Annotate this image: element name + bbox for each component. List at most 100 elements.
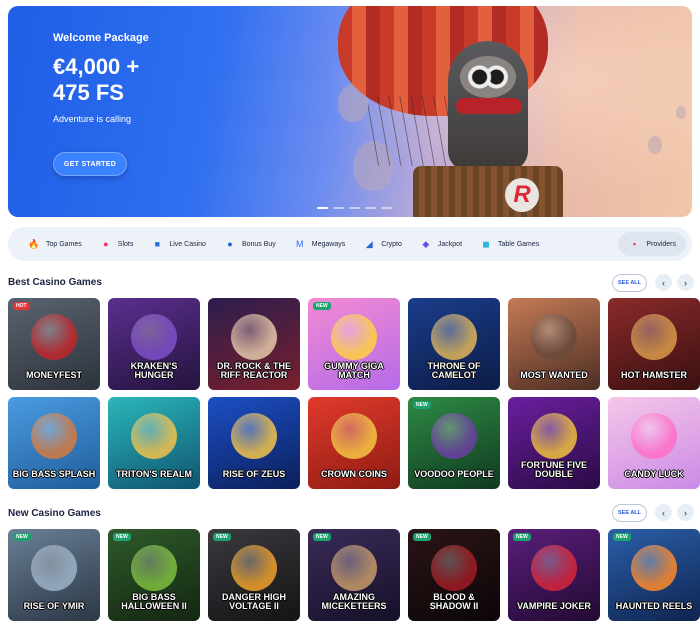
new-see-all-button[interactable]: SEE ALL [612, 504, 647, 522]
flame-icon: 🔥 [28, 238, 40, 249]
category-label: Providers [646, 240, 676, 248]
megaways-icon: M [296, 239, 304, 249]
game-tile[interactable]: NEW Blood & Shadow II [408, 529, 500, 621]
diamond-icon: ◆ [422, 238, 430, 249]
game-title: Haunted Reels [615, 601, 693, 611]
category-label: Live Casino [169, 240, 206, 248]
game-artwork [631, 544, 677, 591]
game-title: Blood & Shadow II [429, 592, 479, 611]
best-games-grid: HOT Moneyfest Kraken's Hunger Dr. Rock & Th… [8, 298, 700, 489]
brand-logo-badge: R [505, 178, 539, 212]
category-providers[interactable]: ▪ Providers [618, 232, 686, 256]
category-table-games[interactable]: ◼ Table Games [472, 232, 547, 256]
game-tile[interactable]: NEW Gummy Giga Match [308, 298, 400, 390]
best-games-title: Best Casino Games [8, 277, 102, 288]
hero-text: Welcome Package €4,000 + 475 FS Adventur… [53, 32, 149, 124]
game-tile[interactable]: Throne of Camelot [408, 298, 500, 390]
game-tile[interactable]: NEW Haunted Reels [608, 529, 700, 621]
game-title: Gummy Giga Match [324, 361, 384, 380]
best-see-all-button[interactable]: SEE ALL [612, 274, 647, 292]
game-artwork [231, 313, 277, 360]
game-title: Amazing Miceketeers [321, 592, 387, 611]
game-tile[interactable]: NEW Vampire Joker [508, 529, 600, 621]
game-title: Crown Coins [321, 469, 387, 479]
carousel-dot[interactable] [381, 207, 392, 209]
game-badge: NEW [213, 533, 231, 541]
game-badge: NEW [413, 401, 431, 409]
game-tile[interactable]: NEW Voodoo People [408, 397, 500, 489]
game-badge: NEW [113, 533, 131, 541]
category-slots[interactable]: ● Slots [92, 232, 142, 256]
game-tile[interactable]: Fortune Five Double [508, 397, 600, 489]
game-title: Voodoo People [414, 469, 494, 479]
get-started-button[interactable]: GET STARTED [53, 152, 127, 176]
game-artwork [631, 313, 677, 360]
game-tile[interactable]: Candy Luck [608, 397, 700, 489]
carousel-dot[interactable] [317, 207, 328, 209]
game-tile[interactable]: Dr. Rock & The Riff Reactor [208, 298, 300, 390]
game-tile[interactable]: NEW Rise of Ymir [8, 529, 100, 621]
game-artwork [31, 544, 77, 591]
game-tile[interactable]: Most Wanted [508, 298, 600, 390]
game-tile[interactable]: Crown Coins [308, 397, 400, 489]
game-tile[interactable]: Kraken's Hunger [108, 298, 200, 390]
game-badge: NEW [13, 533, 31, 541]
category-label: Jackpot [437, 240, 463, 248]
game-badge: NEW [513, 533, 531, 541]
game-artwork [31, 412, 77, 459]
hero-amount-line1: €4,000 + [53, 54, 140, 79]
game-artwork [431, 412, 477, 459]
game-tile[interactable]: HOT Moneyfest [8, 298, 100, 390]
category-crypto[interactable]: ◢ Crypto [355, 232, 410, 256]
game-title: Triton's Realm [116, 469, 192, 479]
balloon-basket [413, 166, 563, 217]
best-next-arrow-icon[interactable]: › [677, 274, 694, 291]
carousel-dot[interactable] [365, 207, 376, 209]
carousel-dot[interactable] [349, 207, 360, 209]
crypto-icon: ◢ [365, 238, 373, 249]
game-badge: NEW [313, 302, 331, 310]
game-tile[interactable]: NEW Amazing Miceketeers [308, 529, 400, 621]
category-megaways[interactable]: M Megaways [286, 232, 353, 256]
new-next-arrow-icon[interactable]: › [677, 504, 694, 521]
game-title: Throne of Camelot [427, 361, 481, 380]
hero-amount-line2: 475 FS [53, 80, 124, 105]
bonus-bag-icon: ● [227, 239, 233, 249]
game-artwork [31, 313, 77, 360]
table-games-icon: ◼ [482, 238, 490, 249]
new-games-grid: NEW Rise of Ymir NEW Big Bass Halloween II N… [8, 529, 700, 621]
category-live-casino[interactable]: ■ Live Casino [143, 232, 214, 256]
game-artwork [231, 544, 277, 591]
game-tile[interactable]: Rise of Zeus [208, 397, 300, 489]
game-badge: HOT [13, 302, 30, 310]
best-prev-arrow-icon[interactable]: ‹ [655, 274, 672, 291]
category-jackpot[interactable]: ◆ Jackpot [412, 232, 470, 256]
game-artwork [331, 412, 377, 459]
new-games-title: New Casino Games [8, 508, 101, 519]
game-artwork [331, 313, 377, 360]
game-title: Rise of Ymir [23, 601, 85, 611]
game-title: Most Wanted [520, 370, 588, 380]
game-tile[interactable]: Triton's Realm [108, 397, 200, 489]
game-artwork [331, 544, 377, 591]
game-badge: NEW [413, 533, 431, 541]
game-artwork [131, 412, 177, 459]
game-tile[interactable]: NEW Danger High Voltage II [208, 529, 300, 621]
carousel-dot[interactable] [333, 207, 344, 209]
raccoon-scarf [456, 98, 522, 114]
hero-banner[interactable]: R Welcome Package €4,000 + 475 FS Advent… [8, 6, 692, 217]
game-tile[interactable]: NEW Big Bass Halloween II [108, 529, 200, 621]
game-title: Kraken's Hunger [130, 361, 178, 380]
new-prev-arrow-icon[interactable]: ‹ [655, 504, 672, 521]
game-tile[interactable]: Hot Hamster [608, 298, 700, 390]
category-bonus-buy[interactable]: ● Bonus Buy [216, 232, 284, 256]
category-top-games[interactable]: 🔥 Top Games [20, 232, 90, 256]
game-artwork [531, 313, 577, 360]
category-label: Top Games [46, 240, 82, 248]
game-title: Danger High Voltage II [221, 592, 286, 611]
game-artwork [131, 544, 177, 591]
game-tile[interactable]: Big Bass Splash [8, 397, 100, 489]
game-artwork [631, 412, 677, 459]
game-title: Vampire Joker [517, 601, 591, 611]
category-label: Bonus Buy [241, 240, 276, 248]
